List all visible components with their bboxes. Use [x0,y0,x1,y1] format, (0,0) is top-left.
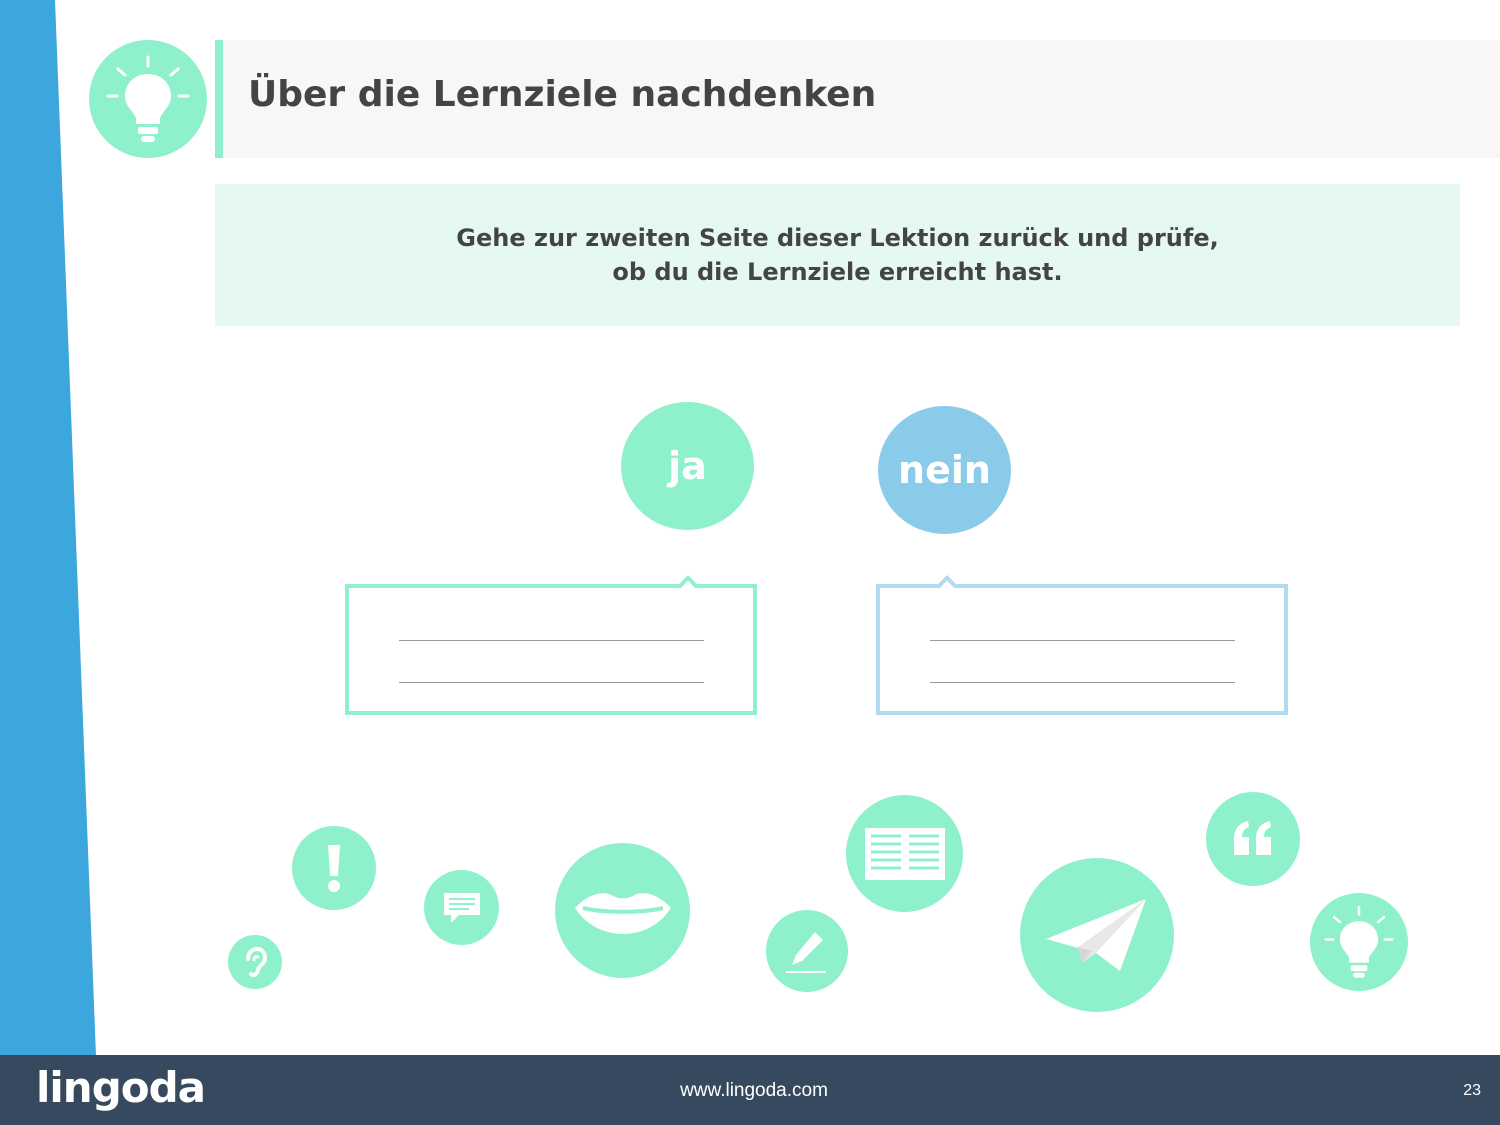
instruction-line-2: ob du die Lernziele erreicht hast. [612,258,1063,286]
exclamation-icon [328,845,340,892]
paper-plane-badge [1020,858,1174,1012]
yes-circle: ja [621,402,754,530]
ear-badge [228,935,282,989]
no-answer-box[interactable] [876,575,1288,715]
pencil-badge [766,910,848,992]
no-writing-line-2[interactable] [930,682,1235,683]
ear-icon [246,946,268,977]
header-bar: Über die Lernziele nachdenken [215,40,1500,158]
header-lightbulb-badge [89,40,207,158]
no-circle: nein [878,406,1011,534]
yes-box-pointer [678,575,698,595]
lips-icon [574,892,671,934]
page-title: Über die Lernziele nachdenken [248,74,877,115]
quote-icon [1234,821,1271,855]
footer-url[interactable]: www.lingoda.com [0,1080,1500,1102]
yes-answer-box[interactable] [345,575,757,715]
quote-badge [1206,792,1300,886]
chat-bubble-icon [443,892,480,923]
newspaper-icon [864,827,945,880]
yes-label: ja [668,444,707,488]
exclamation-badge [292,826,376,910]
instruction-box: Gehe zur zweiten Seite dieser Lektion zu… [215,184,1460,326]
chat-bubble-badge [424,870,499,945]
lightbulb-icon [106,55,190,142]
page-number: 23 [1463,1082,1481,1099]
left-blue-stripe [0,0,96,1056]
no-writing-line-1[interactable] [930,640,1235,641]
newspaper-badge [846,795,963,912]
lips-badge [555,843,690,978]
instruction-line-1: Gehe zur zweiten Seite dieser Lektion zu… [456,224,1219,252]
pencil-icon [786,932,826,973]
yes-writing-line-1[interactable] [399,640,704,641]
no-label: nein [898,448,991,492]
no-box-pointer [937,575,957,595]
lightbulb-icon [1324,905,1394,978]
footer: lingoda www.lingoda.com 23 [0,1055,1500,1125]
yes-writing-line-2[interactable] [399,682,704,683]
paper-plane-icon [1046,899,1146,971]
lightbulb-badge-small [1310,893,1408,991]
